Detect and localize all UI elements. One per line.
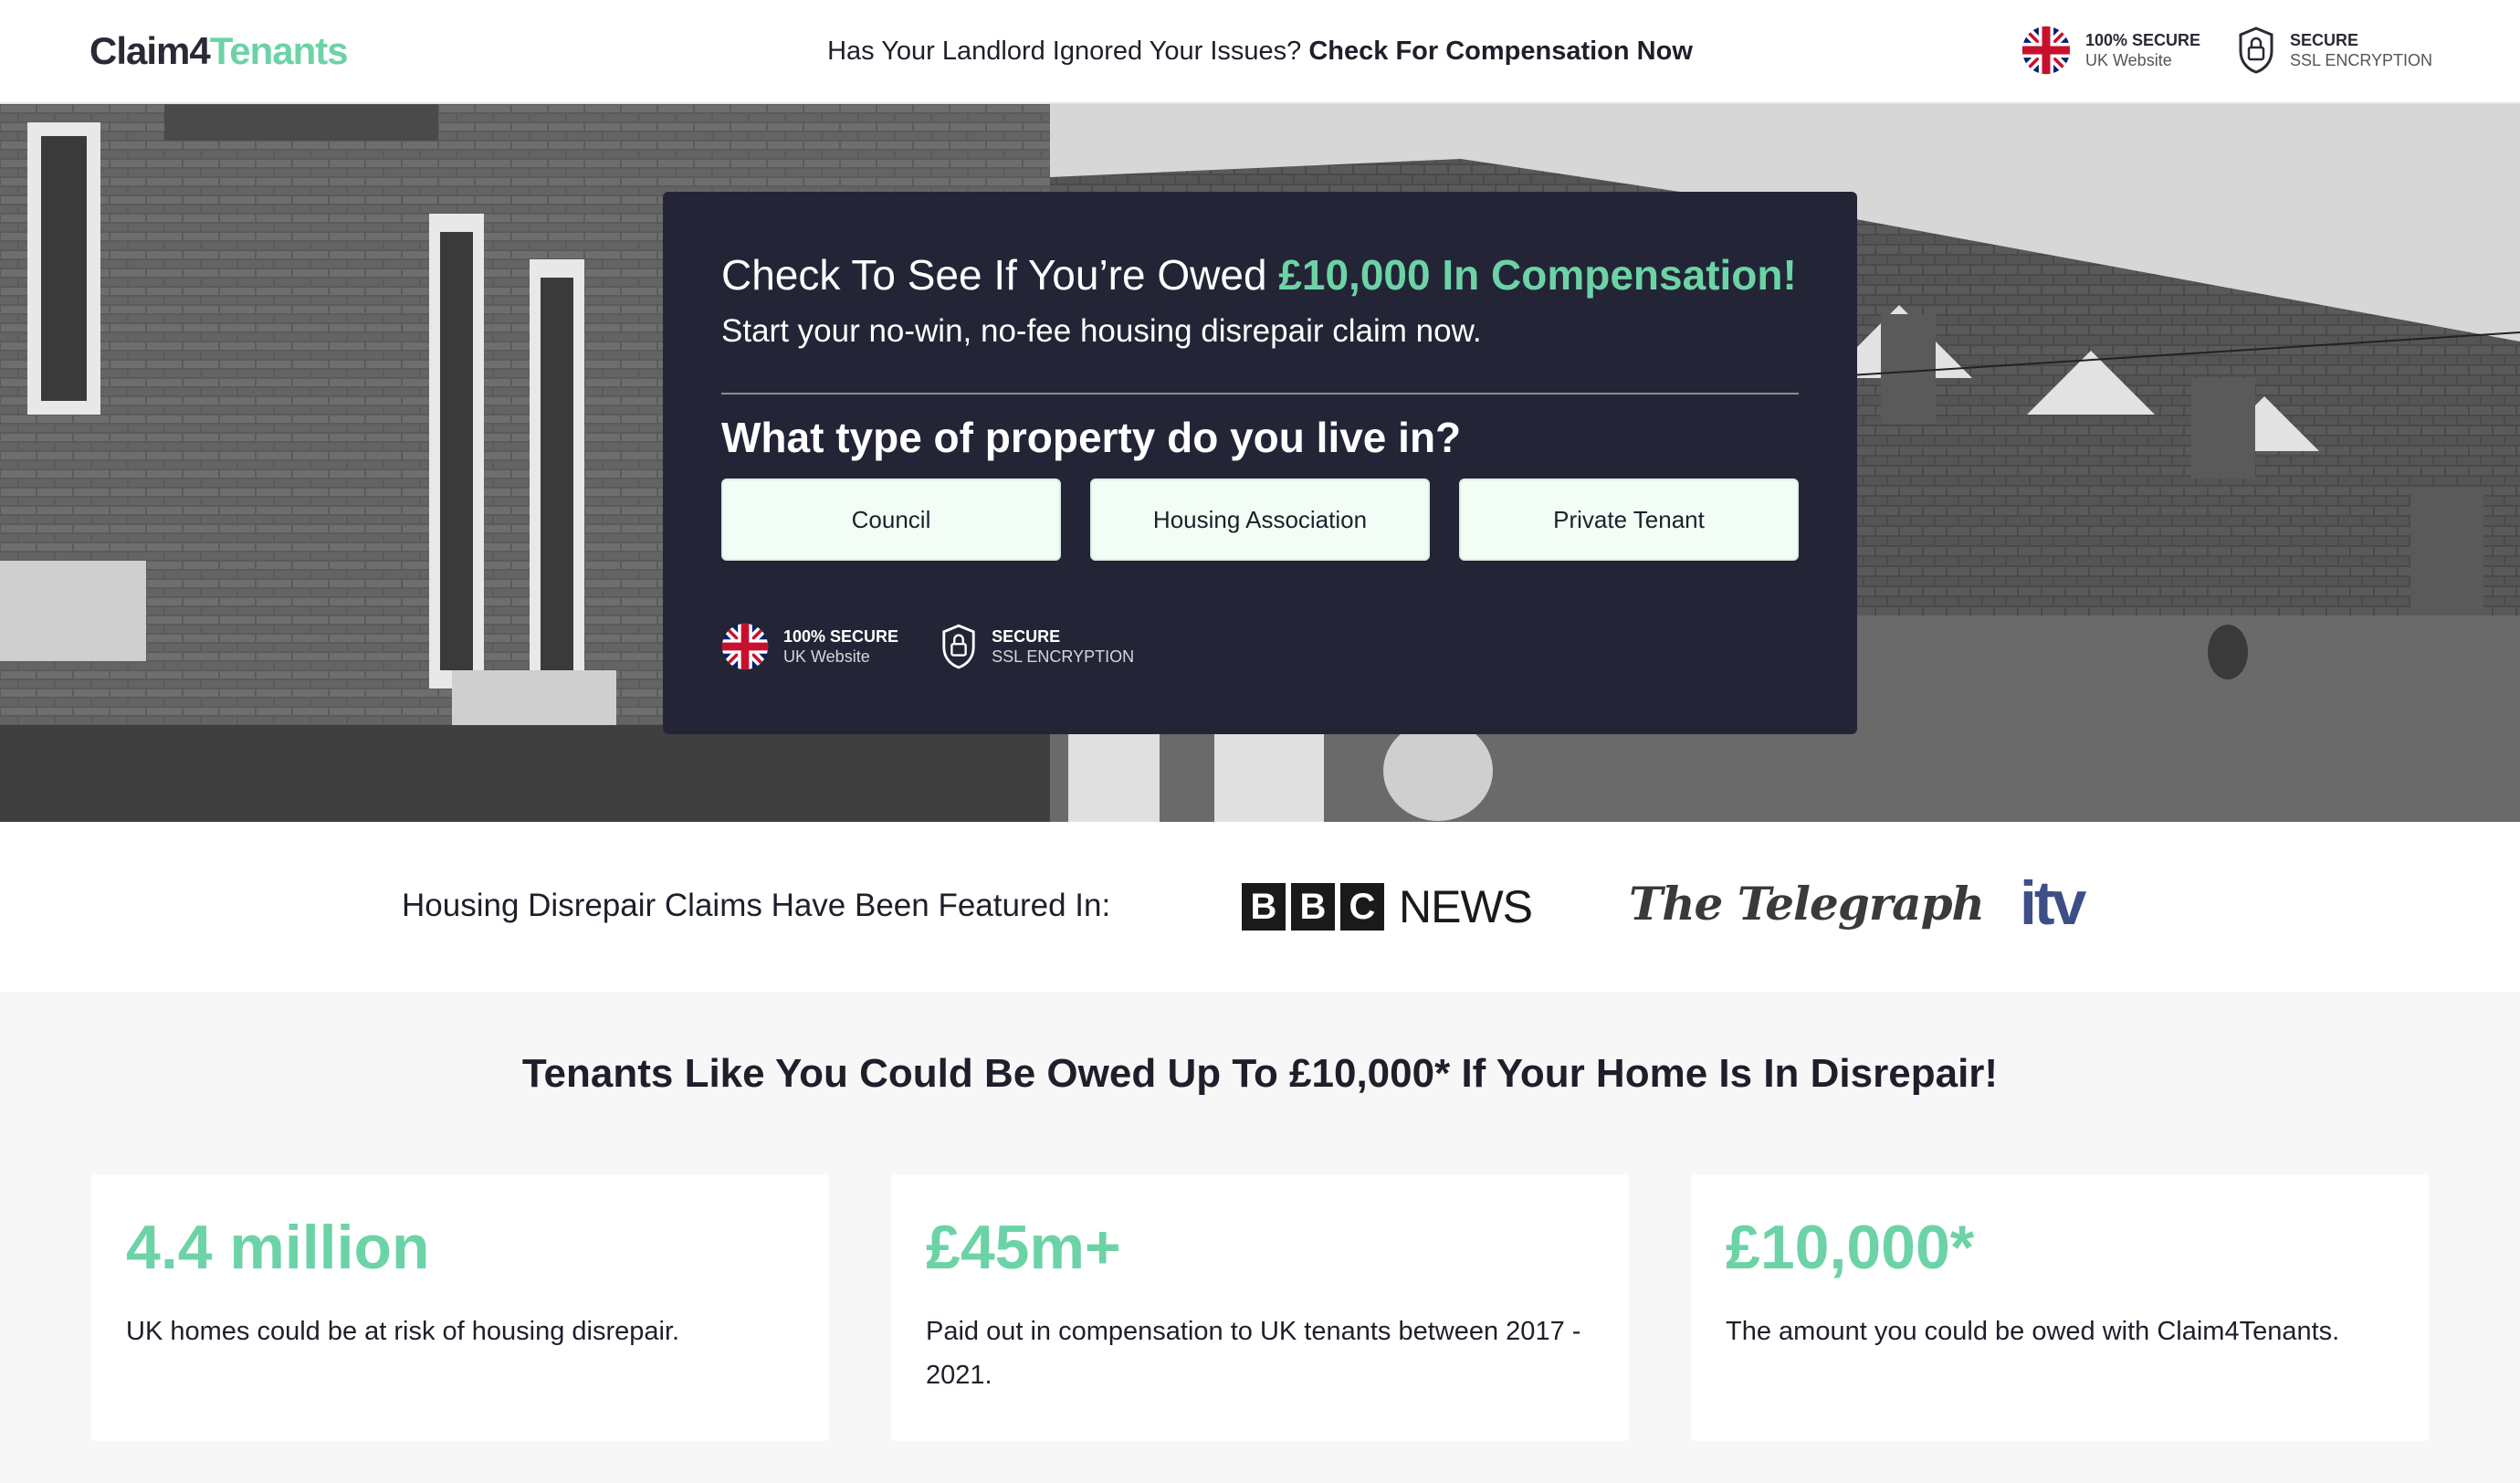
uk-flag-icon <box>2021 26 2071 75</box>
badge-subtitle: SSL ENCRYPTION <box>2290 51 2433 69</box>
card-badge-ssl: SECURE SSL ENCRYPTION <box>940 623 1134 670</box>
badge-title: 100% SECURE <box>783 627 899 646</box>
card-badge-uk-secure: 100% SECURE UK Website <box>721 623 898 670</box>
header-badge-uk-secure: 100% SECURE UK Website <box>2021 26 2200 75</box>
stat-description: The amount you could be owed with Claim4… <box>1726 1317 2340 1346</box>
site-header: Claim4Tenants Has Your Landlord Ignored … <box>0 0 2520 104</box>
telegraph-logo: The Telegraph <box>1629 877 1985 931</box>
badge-subtitle: UK Website <box>783 647 870 666</box>
card-divider <box>721 393 1799 394</box>
card-trust-badges: 100% SECURE UK Website SECURE SSL ENCRYP… <box>721 623 1176 670</box>
stat-value: £45m+ <box>926 1213 1121 1282</box>
stat-value: 4.4 million <box>126 1213 430 1282</box>
stat-card: £45m+ Paid out in compensation to UK ten… <box>891 1174 1629 1441</box>
stat-card: £10,000* The amount you could be owed wi… <box>1691 1174 2429 1441</box>
badge-subtitle: UK Website <box>2085 51 2172 69</box>
option-council-button[interactable]: Council <box>721 479 1061 561</box>
property-options: Council Housing Association Private Tena… <box>721 479 1799 561</box>
stat-card: 4.4 million UK homes could be at risk of… <box>91 1174 829 1441</box>
hero-headline-highlight: £10,000 In Compensation! <box>1278 251 1797 299</box>
stats-section: Tenants Like You Could Be Owed Up To £10… <box>0 992 2520 1483</box>
itv-logo: itv <box>2020 868 2086 938</box>
bbc-letter: B <box>1291 883 1335 931</box>
option-housing-association-button[interactable]: Housing Association <box>1090 479 1430 561</box>
stat-value: £10,000* <box>1726 1213 1975 1282</box>
featured-label: Housing Disrepair Claims Have Been Featu… <box>402 888 1111 923</box>
tagline-cta[interactable]: Check For Compensation Now <box>1308 37 1693 66</box>
option-private-tenant-button[interactable]: Private Tenant <box>1459 479 1799 561</box>
stat-description: UK homes could be at risk of housing dis… <box>126 1317 680 1346</box>
badge-title: SECURE <box>992 627 1061 646</box>
uk-flag-icon <box>721 623 769 670</box>
stats-heading: Tenants Like You Could Be Owed Up To £10… <box>521 1051 1999 1096</box>
shield-lock-icon <box>2239 26 2273 74</box>
stat-description: Paid out in compensation to UK tenants b… <box>926 1317 1581 1390</box>
header-badge-ssl: SECURE SSL ENCRYPTION <box>2237 26 2432 75</box>
badge-title: 100% SECURE <box>2085 31 2201 49</box>
featured-in-section: Housing Disrepair Claims Have Been Featu… <box>0 822 2520 992</box>
hero-section: Check To See If You’re Owed £10,000 In C… <box>0 104 2520 822</box>
bbc-letter: C <box>1340 883 1384 931</box>
bbc-letter: B <box>1242 883 1286 931</box>
hero-subheadline: Start your no-win, no-fee housing disrep… <box>721 313 1482 349</box>
property-question: What type of property do you live in? <box>721 414 1462 461</box>
shield-lock-icon <box>942 624 975 669</box>
tagline-question: Has Your Landlord Ignored Your Issues? <box>827 37 1302 66</box>
badge-title: SECURE <box>2290 31 2359 49</box>
hero-headline: Check To See If You’re Owed £10,000 In C… <box>721 248 1797 301</box>
badge-subtitle: SSL ENCRYPTION <box>992 647 1135 666</box>
hero-headline-text: Check To See If You’re Owed <box>721 251 1267 299</box>
bbc-news-word: NEWS <box>1399 881 1533 932</box>
bbc-news-logo: B B C NEWS <box>1242 880 1533 933</box>
eligibility-card: Check To See If You’re Owed £10,000 In C… <box>663 192 1857 734</box>
